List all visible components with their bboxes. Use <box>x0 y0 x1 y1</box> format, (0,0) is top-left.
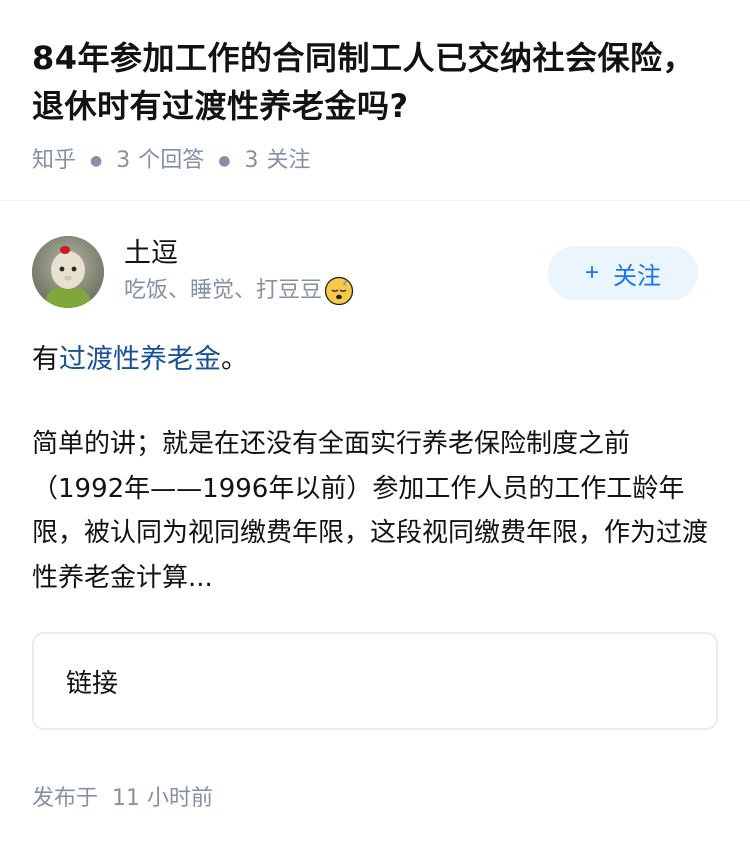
plus-icon: + <box>584 259 599 286</box>
term-link[interactable]: 过渡性养老金 <box>59 344 221 375</box>
follow-button[interactable]: + 关注 <box>548 246 698 300</box>
page: 84年参加工作的合同制工人已交纳社会保险，退休时有过渡性养老金吗? 知乎 ● 3… <box>0 0 750 852</box>
answer-lead-prefix: 有 <box>32 344 59 375</box>
author-info: 土逗 吃饭、睡觉、打豆豆 z <box>124 236 354 308</box>
author-row: 土逗 吃饭、睡觉、打豆豆 z + 关注 <box>32 236 718 308</box>
question-meta: 知乎 ● 3 个回答 ● 3 关注 <box>32 146 718 176</box>
follows-count: 3 <box>244 148 259 173</box>
avatar-image <box>32 236 104 308</box>
answer-lead: 有过渡性养老金。 <box>32 338 718 382</box>
link-card-label: 链接 <box>66 668 119 699</box>
meta-separator: ● <box>90 153 103 169</box>
svg-text:z: z <box>343 279 347 287</box>
answers-count: 3 <box>116 148 131 173</box>
source-label[interactable]: 知乎 <box>32 146 76 176</box>
answer-card: 土逗 吃饭、睡觉、打豆豆 z + 关注 有过渡性养老金。 简单的讲；就是在还没有… <box>32 236 718 730</box>
section-divider <box>0 200 750 201</box>
author-avatar[interactable] <box>32 236 104 308</box>
follow-button-label: 关注 <box>613 262 661 290</box>
answers-label: 个回答 <box>138 148 205 173</box>
publish-info: 发布于 11 小时前 <box>32 784 213 814</box>
link-card[interactable]: 链接 <box>32 632 718 730</box>
published-label: 发布于 <box>32 786 99 811</box>
meta-separator: ● <box>218 153 231 169</box>
author-name[interactable]: 土逗 <box>124 236 354 272</box>
author-bio: 吃饭、睡觉、打豆豆 z <box>124 274 354 308</box>
answer-excerpt[interactable]: 简单的讲；就是在还没有全面实行养老保险制度之前（1992年——1996年以前）参… <box>32 422 718 600</box>
question-header: 84年参加工作的合同制工人已交纳社会保险，退休时有过渡性养老金吗? 知乎 ● 3… <box>0 0 750 176</box>
sleeping-face-icon: z <box>324 276 354 306</box>
author-bio-text: 吃饭、睡觉、打豆豆 <box>124 278 323 303</box>
question-title[interactable]: 84年参加工作的合同制工人已交纳社会保险，退休时有过渡性养老金吗? <box>32 34 718 130</box>
follows-label: 关注 <box>266 148 311 173</box>
published-time: 11 小时前 <box>112 786 214 811</box>
answer-lead-suffix: 。 <box>221 344 248 375</box>
